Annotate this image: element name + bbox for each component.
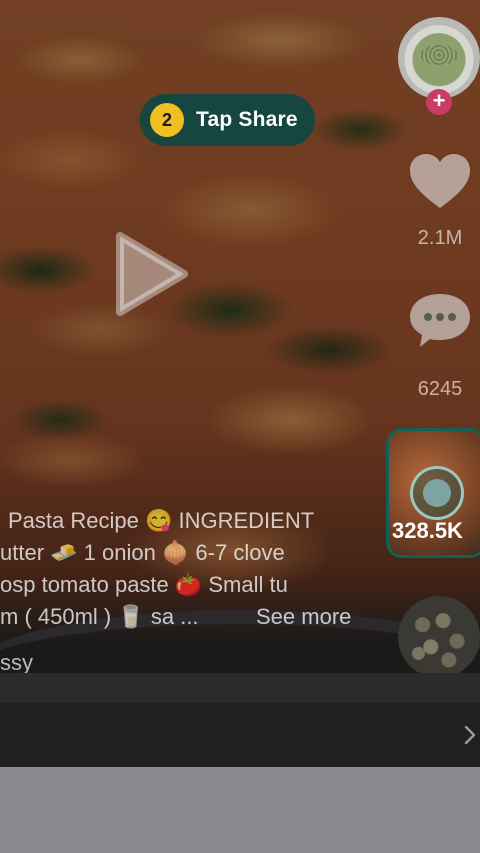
caption-line: utter 🧈 1 onion 🧅 6-7 clove xyxy=(0,540,285,565)
caption-line: Pasta Recipe 😋 INGREDIENT xyxy=(8,508,315,533)
chevron-right-icon[interactable] xyxy=(462,724,478,746)
caption-line: osp tomato paste 🍅 Small tu xyxy=(0,572,288,597)
follow-button[interactable]: + xyxy=(426,89,452,115)
music-disc[interactable] xyxy=(398,596,480,678)
video-caption: Pasta Recipe 😋 INGREDIENT utter 🧈 1 onio… xyxy=(0,505,390,633)
creator-avatar[interactable] xyxy=(398,17,480,99)
comment-icon[interactable] xyxy=(408,290,472,350)
share-target-icon xyxy=(410,466,464,520)
heart-icon[interactable] xyxy=(408,152,472,212)
bottom-panel xyxy=(0,767,480,853)
step-tip-label: Tap Share xyxy=(196,108,298,131)
step-tip: 2 Tap Share xyxy=(140,94,315,146)
bottom-bar[interactable] xyxy=(0,703,480,767)
like-count: 2.1M xyxy=(417,227,463,249)
play-icon[interactable] xyxy=(114,230,190,318)
comment-count: 6245 xyxy=(417,378,463,400)
video-screen: 2 Tap Share + 2.1M 6245 328.5K Pasta Rec… xyxy=(0,0,480,853)
share-count: 328.5K xyxy=(392,518,463,543)
divider-band xyxy=(0,673,480,703)
step-number-badge: 2 xyxy=(150,103,184,137)
plus-icon: + xyxy=(432,88,446,113)
see-more-link[interactable]: See more xyxy=(256,601,351,633)
